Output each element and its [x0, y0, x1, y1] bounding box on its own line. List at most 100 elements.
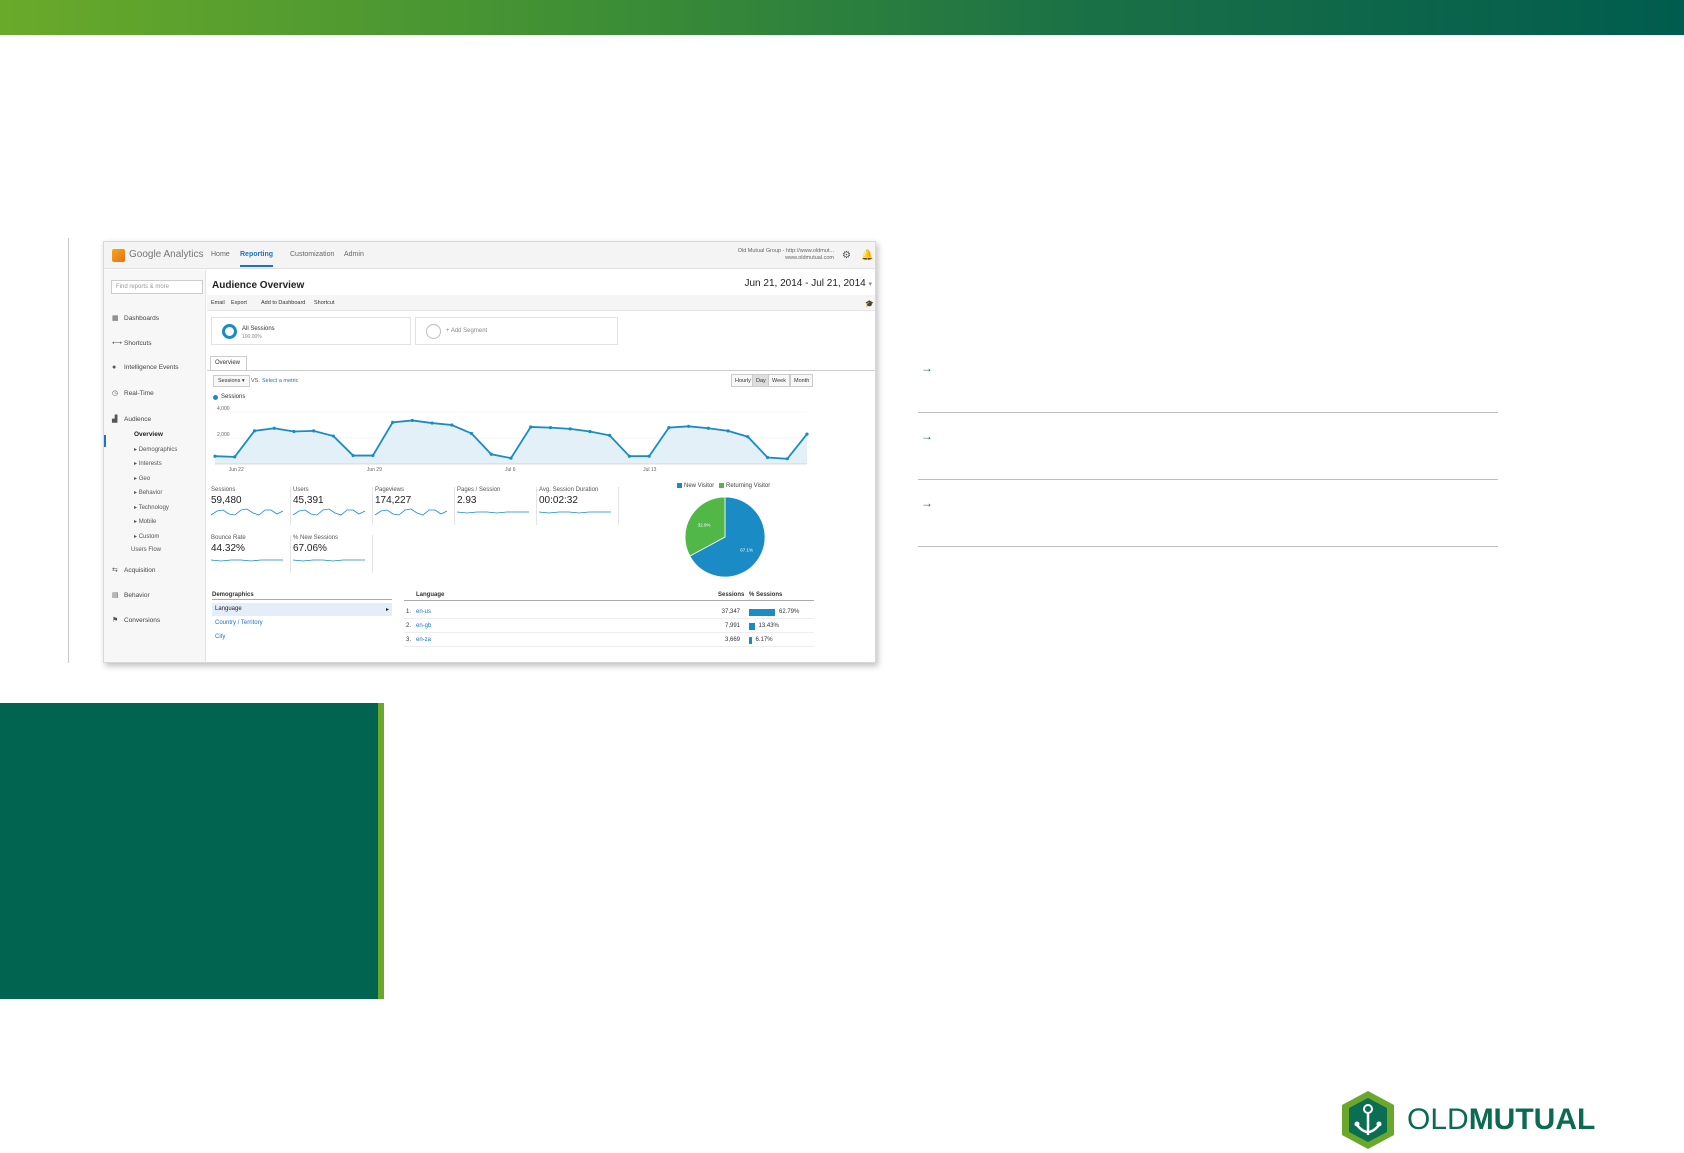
- data-point[interactable]: [331, 434, 335, 438]
- sidebar-item-audience[interactable]: ▟ Audience: [112, 415, 151, 423]
- data-point[interactable]: [785, 457, 789, 461]
- people-icon: ▟: [112, 416, 118, 423]
- date-range-picker[interactable]: Jun 21, 2014 - Jul 21, 2014 ▾: [745, 278, 873, 289]
- bell-icon[interactable]: 🔔: [861, 250, 873, 261]
- add-segment-button[interactable]: + Add Segment: [415, 317, 618, 345]
- email-button[interactable]: Email: [211, 300, 225, 306]
- logo-emblem-icon: [1342, 1091, 1394, 1149]
- sidebar-item-shortcuts[interactable]: ⟷ Shortcuts: [112, 339, 151, 347]
- data-point[interactable]: [608, 433, 612, 437]
- metric-select[interactable]: Sessions ▾: [213, 375, 250, 387]
- bullet-arrow-icon: →: [921, 361, 933, 375]
- data-point[interactable]: [529, 425, 533, 429]
- nav-admin[interactable]: Admin: [344, 251, 364, 258]
- metric-label: Sessions: [211, 487, 236, 493]
- data-point[interactable]: [765, 455, 770, 460]
- select-metric-link[interactable]: Select a metric: [262, 378, 298, 384]
- row-percent-bar: [749, 623, 755, 630]
- sidebar-sub-mobile[interactable]: ▸ Mobile: [134, 518, 156, 525]
- data-point[interactable]: [272, 426, 276, 430]
- tab-underline: [207, 370, 875, 371]
- logo-wordmark: OLDMUTUAL: [1407, 1103, 1596, 1136]
- sidebar-sub-overview[interactable]: Overview: [134, 431, 163, 438]
- data-point[interactable]: [312, 429, 316, 433]
- graduation-cap-icon[interactable]: 🎓: [865, 300, 874, 308]
- export-button[interactable]: Export: [231, 300, 247, 306]
- nav-customization[interactable]: Customization: [290, 251, 334, 258]
- data-point[interactable]: [233, 455, 237, 459]
- metric-2: Pageviews 174,227: [375, 487, 455, 525]
- data-point[interactable]: [410, 418, 414, 423]
- sidebar-item-realtime[interactable]: ◷ Real-Time: [112, 389, 154, 397]
- x-tick-label: Jul 6: [505, 467, 516, 473]
- data-point[interactable]: [509, 456, 513, 460]
- pie-legend-returning: Returning Visitor: [719, 483, 770, 489]
- metric-6: % New Sessions 67.06%: [293, 535, 373, 573]
- sidebar-item-intelligence[interactable]: ● Intelligence Events: [112, 364, 179, 371]
- account-selector[interactable]: Old Mutual Group - http://www.oldmut... …: [724, 248, 834, 262]
- sidebar-sub-usersflow[interactable]: Users Flow: [131, 547, 161, 553]
- demographics-country[interactable]: Country / Territory: [212, 617, 392, 630]
- data-point[interactable]: [548, 426, 553, 430]
- lightbulb-icon: ●: [112, 364, 117, 371]
- row-sessions: 7,991: [724, 623, 740, 629]
- data-point[interactable]: [647, 454, 651, 458]
- gear-icon[interactable]: ⚙: [842, 250, 851, 261]
- sidebar-item-acquisition[interactable]: ⇆ Acquisition: [112, 566, 155, 574]
- data-point[interactable]: [351, 453, 355, 458]
- data-point[interactable]: [726, 429, 730, 433]
- sidebar-sub-behavior[interactable]: ▸ Behavior: [134, 489, 162, 496]
- data-point[interactable]: [213, 454, 217, 458]
- data-point[interactable]: [805, 432, 809, 436]
- shortcut-icon: ⟷: [112, 340, 123, 347]
- data-point[interactable]: [430, 421, 434, 425]
- row-language-link[interactable]: en-gb: [416, 623, 431, 629]
- data-point[interactable]: [588, 429, 592, 434]
- nav-reporting[interactable]: Reporting: [240, 251, 274, 267]
- green-panel-edge: [378, 703, 384, 999]
- data-point[interactable]: [292, 429, 296, 434]
- data-point[interactable]: [489, 452, 493, 456]
- report-toolbar: Email Export Add to Dashboard Shortcut 🎓: [207, 295, 875, 311]
- sidebar-item-behavior[interactable]: ▤ Behavior: [112, 591, 150, 599]
- segment-all-sessions[interactable]: All Sessions 100.00%: [211, 317, 411, 345]
- nav-home[interactable]: Home: [211, 251, 230, 258]
- demographics-language[interactable]: Language ▸: [212, 603, 392, 616]
- data-point[interactable]: [687, 424, 691, 428]
- metric-value: 45,391: [293, 495, 324, 506]
- data-point[interactable]: [627, 454, 631, 458]
- x-tick-label: Jun 22: [229, 467, 244, 473]
- bullet-divider: [918, 546, 1498, 547]
- data-point[interactable]: [746, 435, 750, 439]
- data-point[interactable]: [706, 426, 710, 430]
- metric-1: Users 45,391: [293, 487, 373, 525]
- row-percent-bar: [749, 637, 752, 644]
- data-point[interactable]: [252, 429, 257, 433]
- shortcut-button[interactable]: Shortcut: [314, 300, 334, 306]
- granularity-month[interactable]: Month: [790, 374, 814, 387]
- sidebar-sub-geo[interactable]: ▸ Geo: [134, 475, 150, 482]
- metric-sparkline: [211, 508, 284, 516]
- sidebar-item-conversions[interactable]: ⚑ Conversions: [112, 616, 160, 624]
- data-point[interactable]: [469, 431, 474, 436]
- ga-sidebar: Find reports & more ▦ Dashboards ⟷ Shortcu…: [104, 270, 206, 662]
- sidebar-sub-demographics[interactable]: ▸ Demographics: [134, 446, 177, 453]
- data-point[interactable]: [568, 427, 572, 431]
- add-to-dashboard-button[interactable]: Add to Dashboard: [261, 300, 305, 306]
- sidebar-sub-custom[interactable]: ▸ Custom: [134, 533, 159, 540]
- data-point[interactable]: [371, 453, 375, 458]
- data-point[interactable]: [450, 423, 454, 427]
- account-name: Old Mutual Group - http://www.oldmut...: [737, 248, 834, 254]
- x-tick-label: Jun 29: [367, 467, 382, 473]
- row-language-link[interactable]: en-za: [416, 637, 431, 643]
- data-point[interactable]: [667, 426, 671, 430]
- granularity-week[interactable]: Week: [768, 374, 790, 387]
- search-input[interactable]: Find reports & more: [111, 280, 203, 294]
- sidebar-sub-technology[interactable]: ▸ Technology: [134, 504, 169, 511]
- sidebar-sub-interests[interactable]: ▸ Interests: [134, 460, 162, 467]
- demographics-city[interactable]: City: [212, 631, 392, 644]
- data-point[interactable]: [391, 420, 395, 424]
- row-language-link[interactable]: en-us: [416, 609, 431, 615]
- sidebar-item-dashboards[interactable]: ▦ Dashboards: [112, 314, 159, 322]
- tab-overview[interactable]: Overview: [210, 356, 247, 370]
